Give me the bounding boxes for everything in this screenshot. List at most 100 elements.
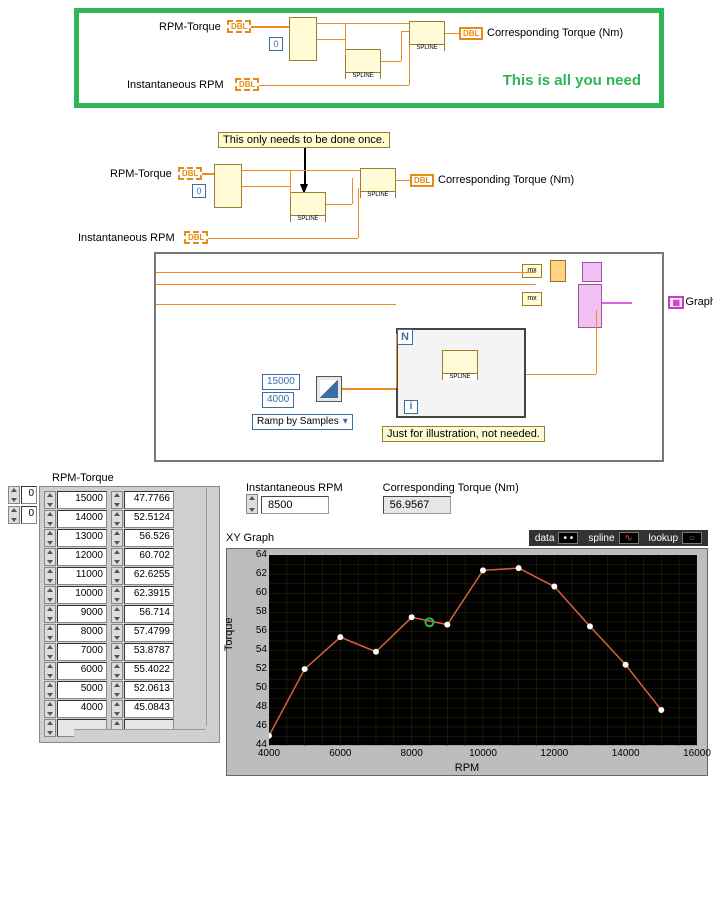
xy-graph: XY Graph data• • spline∿ lookup○ Torque … — [226, 530, 708, 776]
col-index-spinner[interactable] — [8, 506, 20, 524]
table-row: 13000 56.526 — [44, 529, 215, 547]
rpm-torque-label-2: RPM-Torque — [110, 168, 172, 180]
inst-rpm-spinner[interactable] — [246, 494, 258, 514]
y-tick: 56 — [249, 625, 267, 636]
cell-spinner[interactable] — [111, 510, 123, 528]
rpm-cell[interactable]: 4000 — [57, 700, 107, 718]
torque-cell[interactable]: 56.714 — [124, 605, 174, 623]
cell-spinner[interactable] — [111, 548, 123, 566]
cell-spinner[interactable] — [44, 643, 56, 661]
cell-spinner[interactable] — [111, 605, 123, 623]
cell-spinner[interactable] — [111, 529, 123, 547]
cell-spinner[interactable] — [44, 567, 56, 585]
y-tick: 60 — [249, 587, 267, 598]
rpm-cell[interactable]: 13000 — [57, 529, 107, 547]
cell-spinner[interactable] — [44, 529, 56, 547]
rpm-cell[interactable]: 8000 — [57, 624, 107, 642]
x-tick: 6000 — [329, 748, 351, 759]
x-tick: 16000 — [683, 748, 711, 759]
cell-spinner[interactable] — [44, 491, 56, 509]
xy-graph-terminal-icon: ▦ — [668, 296, 684, 309]
cell-spinner[interactable] — [111, 662, 123, 680]
annotation-text: This is all you need — [503, 72, 641, 89]
row-index-spinner[interactable] — [8, 486, 20, 504]
cell-spinner[interactable] — [111, 491, 123, 509]
const-hi: 15000 — [262, 374, 300, 390]
rpm-cell[interactable]: 6000 — [57, 662, 107, 680]
rpm-cell[interactable]: 5000 — [57, 681, 107, 699]
cell-spinner[interactable] — [44, 624, 56, 642]
spline-interpolate-icon-2 — [360, 168, 396, 198]
graph-title: XY Graph — [226, 532, 274, 544]
table-row: 9000 56.714 — [44, 605, 215, 623]
cell-spinner[interactable] — [44, 548, 56, 566]
torque-cell[interactable]: 45.0843 — [124, 700, 174, 718]
rpm-cell[interactable]: 14000 — [57, 510, 107, 528]
vertical-scrollbar[interactable] — [206, 488, 218, 726]
bundle-cluster-icon — [578, 284, 602, 328]
cell-spinner[interactable] — [111, 643, 123, 661]
bundle-icon — [582, 262, 602, 282]
cell-spinner[interactable] — [111, 586, 123, 604]
torque-cell[interactable]: 55.4022 — [124, 662, 174, 680]
cell-spinner[interactable] — [111, 624, 123, 642]
graph-body[interactable]: Torque RPM 4446485052545658606264 400060… — [226, 548, 708, 776]
corresponding-torque-readout: Corresponding Torque (Nm) 56.9567 — [383, 482, 519, 514]
torque-cell[interactable]: 62.6255 — [124, 567, 174, 585]
torque-cell[interactable]: 60.702 — [124, 548, 174, 566]
row-index-value[interactable]: 0 — [21, 486, 37, 504]
n-terminal: N — [397, 329, 413, 345]
cell-spinner[interactable] — [44, 681, 56, 699]
y-tick: 58 — [249, 606, 267, 617]
horizontal-scrollbar[interactable] — [74, 729, 205, 741]
cell-spinner[interactable] — [44, 662, 56, 680]
i-terminal: i — [404, 400, 418, 414]
y-tick: 46 — [249, 720, 267, 731]
spline-fit-icon-2 — [290, 192, 326, 222]
table-row: 12000 60.702 — [44, 548, 215, 566]
table-row: 7000 53.8787 — [44, 643, 215, 661]
torque-cell[interactable]: 62.3915 — [124, 586, 174, 604]
torque-cell[interactable]: 47.7766 — [124, 491, 174, 509]
cell-spinner[interactable] — [111, 567, 123, 585]
y-axis-label: Torque — [223, 618, 235, 652]
torque-cell[interactable]: 53.8787 — [124, 643, 174, 661]
legend-label-lookup: lookup — [649, 533, 678, 544]
inst-rpm-label: Instantaneous RPM — [127, 79, 224, 91]
simple-diagram-frame: RPM-Torque DBL 0 DBL Corresponding Torqu… — [74, 8, 664, 108]
rpm-torque-label: RPM-Torque — [159, 21, 221, 33]
rpm-cell[interactable]: 15000 — [57, 491, 107, 509]
build-array-icon — [550, 260, 566, 282]
legend-swatch-lookup: ○ — [682, 532, 702, 544]
cell-spinner[interactable] — [44, 510, 56, 528]
for-loop: N i — [396, 328, 526, 418]
rpm-torque-array: RPM-Torque 0 0 1500047.77661400052.51241… — [8, 472, 220, 776]
cell-spinner[interactable] — [44, 700, 56, 718]
cell-spinner[interactable] — [111, 700, 123, 718]
cell-spinner[interactable] — [111, 681, 123, 699]
inst-rpm-value[interactable]: 8500 — [261, 496, 329, 514]
torque-cell[interactable]: 56.526 — [124, 529, 174, 547]
torque-cell[interactable]: 52.5124 — [124, 510, 174, 528]
rpm-cell[interactable]: 10000 — [57, 586, 107, 604]
cell-spinner[interactable] — [44, 586, 56, 604]
plot-area — [269, 555, 697, 745]
dbl-indicator-icon: DBL — [459, 27, 483, 40]
rpm-cell[interactable]: 7000 — [57, 643, 107, 661]
ramp-mode-ring[interactable]: Ramp by Samples — [252, 414, 353, 430]
rpm-cell[interactable]: 9000 — [57, 605, 107, 623]
cell-spinner[interactable] — [44, 605, 56, 623]
legend-label-spline: spline — [588, 533, 614, 544]
array-table: 1500047.77661400052.51241300056.52612000… — [39, 486, 220, 743]
max-icon: mx — [522, 264, 542, 278]
table-row: 5000 52.0613 — [44, 681, 215, 699]
torque-cell[interactable]: 52.0613 — [124, 681, 174, 699]
dbl-array-control-icon: DBL — [227, 20, 251, 33]
const-lo: 4000 — [262, 392, 294, 408]
rpm-cell[interactable]: 12000 — [57, 548, 107, 566]
index-constant: 0 — [269, 37, 283, 51]
y-tick: 50 — [249, 682, 267, 693]
torque-cell[interactable]: 57.4799 — [124, 624, 174, 642]
col-index-value[interactable]: 0 — [21, 506, 37, 524]
rpm-cell[interactable]: 11000 — [57, 567, 107, 585]
